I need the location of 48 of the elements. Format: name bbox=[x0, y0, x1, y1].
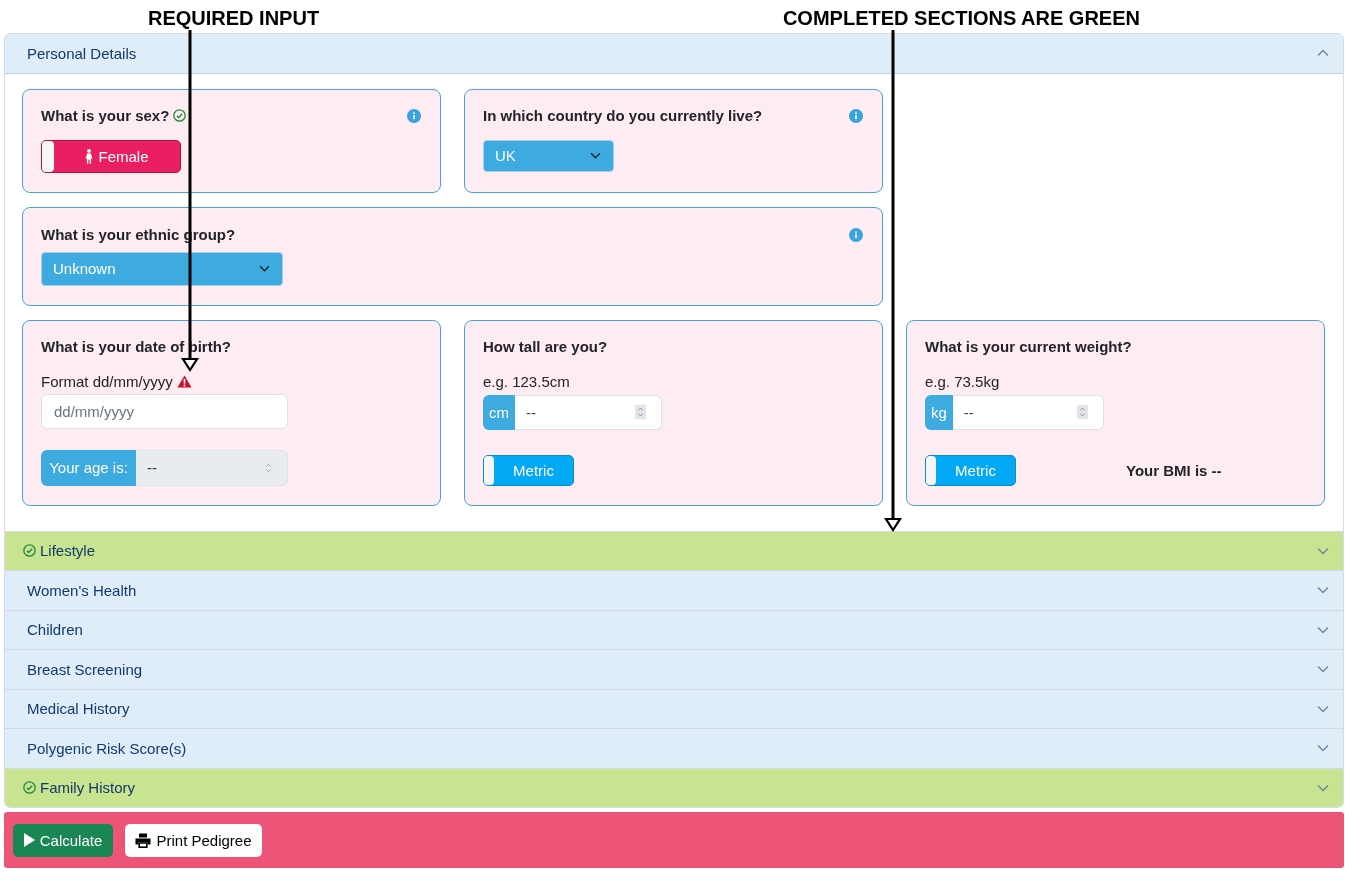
spinner-icon bbox=[635, 404, 646, 420]
chevron-up-icon bbox=[1317, 49, 1329, 58]
info-icon[interactable] bbox=[849, 108, 863, 123]
chevron-down-icon bbox=[1317, 625, 1329, 634]
play-icon bbox=[23, 833, 35, 847]
check-circle-icon bbox=[23, 781, 36, 795]
spinner-icon bbox=[1077, 404, 1088, 420]
accordion-header[interactable]: Personal Details bbox=[5, 34, 1343, 74]
printer-icon bbox=[135, 832, 152, 848]
hint-text: e.g. 123.5cm bbox=[483, 373, 570, 390]
age-label: Your age is: bbox=[41, 449, 136, 486]
info-icon[interactable] bbox=[849, 227, 863, 242]
person-icon bbox=[85, 148, 94, 164]
question-title: What is your current weight? bbox=[925, 338, 1132, 355]
chevron-down-icon bbox=[1317, 744, 1329, 753]
hint-text: Format dd/mm/yyyy bbox=[41, 373, 173, 390]
chevron-down-icon bbox=[1317, 704, 1329, 713]
number-input[interactable]: -- bbox=[952, 394, 1104, 430]
chevron-down-icon bbox=[1317, 546, 1329, 555]
question-title: How tall are you? bbox=[483, 338, 608, 355]
check-circle-icon bbox=[23, 544, 36, 558]
annotation-label: REQUIRED INPUT bbox=[148, 6, 320, 30]
accordion-header[interactable]: Polygenic Risk Score(s) bbox=[5, 728, 1343, 768]
chevron-down-icon bbox=[1317, 586, 1329, 595]
bmi-result: Your BMI is -- bbox=[1126, 461, 1222, 479]
accordion-header[interactable]: Children bbox=[5, 609, 1343, 649]
chevron-down-icon bbox=[1317, 665, 1329, 674]
chevron-down-icon bbox=[590, 152, 601, 159]
date-input[interactable]: dd/mm/yyyy bbox=[41, 393, 288, 429]
question-title: What is your sex? bbox=[41, 107, 170, 124]
unit-label: kg bbox=[925, 394, 953, 430]
number-input[interactable]: -- bbox=[515, 394, 662, 430]
hint-text: e.g. 73.5kg bbox=[925, 373, 1000, 390]
question-title: In which country do you currently live? bbox=[483, 107, 763, 124]
info-icon[interactable] bbox=[407, 108, 421, 123]
accordion-header[interactable]: Lifestyle bbox=[5, 530, 1343, 570]
accordion-header[interactable]: Breast Screening bbox=[5, 649, 1343, 689]
unit-label: cm bbox=[483, 394, 515, 430]
annotation-label: COMPLETED SECTIONS ARE GREEN bbox=[782, 6, 1140, 30]
chevron-down-icon bbox=[259, 265, 270, 272]
chevron-down-icon bbox=[1317, 783, 1329, 792]
print-button[interactable]: Print Pedigree bbox=[125, 823, 262, 857]
age-field[interactable]: -- bbox=[136, 449, 288, 486]
accordion-header[interactable]: Women's Health bbox=[5, 570, 1343, 610]
accordion-header[interactable]: Family History bbox=[5, 767, 1343, 807]
calculate-button[interactable]: Calculate bbox=[13, 823, 113, 857]
sex-toggle[interactable]: Female bbox=[41, 139, 181, 173]
accordion-header[interactable]: Medical History bbox=[5, 688, 1343, 728]
